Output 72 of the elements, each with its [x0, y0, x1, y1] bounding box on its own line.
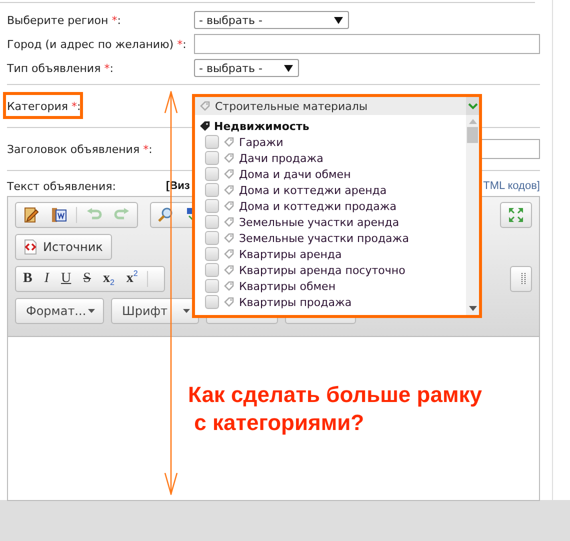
category-dropdown[interactable] — [192, 94, 482, 318]
caret-icon — [183, 309, 190, 313]
tag-icon — [224, 137, 234, 147]
tag-icon — [224, 249, 234, 259]
select-dropdown[interactable]: - выбрать - — [194, 59, 299, 77]
scroll-up-icon — [468, 119, 476, 124]
checkbox[interactable] — [205, 215, 219, 229]
tag-icon — [224, 265, 234, 275]
tag-icon — [200, 121, 210, 131]
scrollbar[interactable] — [466, 115, 479, 315]
tag-icon — [224, 281, 234, 291]
tag-icon — [224, 169, 234, 179]
tag-icon — [224, 153, 234, 163]
tag-icon — [224, 217, 234, 227]
checkbox[interactable] — [205, 151, 219, 165]
category-option[interactable]: Гаражи — [239, 136, 284, 148]
category-option[interactable]: Земельные участки аренда — [239, 216, 400, 228]
field-label: Заголовок объявления *: — [7, 142, 154, 156]
bold-button[interactable]: B — [20, 268, 36, 290]
select-dropdown[interactable]: - выбрать - — [194, 11, 349, 29]
caret-icon — [333, 15, 344, 25]
maximize-icon — [508, 207, 524, 223]
dropdown-header[interactable]: Строительные материалы — [195, 97, 479, 115]
underline-button[interactable]: U — [58, 268, 74, 290]
text-input-field[interactable] — [194, 34, 540, 54]
checkbox[interactable] — [205, 231, 219, 245]
category-option[interactable]: Квартиры аренда посуточно — [239, 264, 406, 276]
checkbox[interactable] — [205, 279, 219, 293]
tag-icon — [224, 297, 234, 307]
scroll-down-icon — [468, 306, 476, 311]
checkbox[interactable] — [205, 295, 219, 309]
caret-icon — [283, 63, 294, 73]
tag-icon — [224, 201, 234, 211]
tag-icon — [200, 101, 210, 111]
category-option[interactable]: Дома и дачи обмен — [239, 168, 351, 180]
checkbox[interactable] — [205, 263, 219, 277]
source-button[interactable]: Источник — [15, 234, 112, 260]
scrollbar-thumb[interactable] — [467, 127, 478, 143]
field-label: Текст объявления: — [7, 180, 117, 192]
templates-icon — [23, 207, 39, 223]
category-option[interactable]: Земельные участки продажа — [239, 232, 409, 244]
font-dropdown[interactable]: Шрифт — [111, 298, 199, 324]
editor-mode-link[interactable]: TML кодов] — [483, 180, 540, 192]
checkbox[interactable] — [205, 167, 219, 181]
format-dropdown[interactable]: Формат... — [15, 298, 104, 324]
field-label: Выберите регион *: — [7, 14, 122, 26]
checkbox[interactable] — [205, 183, 219, 197]
field-label: Тип объявления *: — [7, 62, 114, 74]
superscript-button[interactable]: x$^{2}$ — [123, 268, 141, 290]
paste-word-icon — [51, 207, 67, 223]
category-group[interactable]: Недвижимость — [195, 118, 466, 134]
annotation-text: Как сделать больше рамку с категориями? — [188, 381, 482, 437]
field-label: Категория *: — [7, 100, 82, 112]
category-option[interactable]: Квартиры продажа — [239, 296, 352, 308]
subscript-button[interactable]: x$_{2}$ — [100, 268, 118, 290]
field-label: Город (и адрес по желанию) *: — [7, 38, 188, 50]
category-option[interactable]: Дома и коттеджи продажа — [239, 200, 397, 212]
code-file-icon — [22, 239, 38, 255]
search-icon — [158, 207, 174, 223]
strike-button[interactable]: S — [80, 268, 94, 290]
chevron-icon — [468, 102, 478, 110]
tag-icon — [224, 185, 234, 195]
checkbox[interactable] — [205, 135, 219, 149]
caret-icon — [88, 309, 95, 313]
category-option[interactable]: Квартиры аренда — [239, 248, 342, 260]
checkbox[interactable] — [205, 199, 219, 213]
checkbox[interactable] — [205, 247, 219, 261]
category-option[interactable]: Дачи продажа — [239, 152, 324, 164]
category-option[interactable]: Дома и коттеджи аренда — [239, 184, 387, 196]
italic-button[interactable]: I — [41, 268, 52, 290]
category-option[interactable]: Квартиры обмен — [239, 280, 336, 292]
tag-icon — [224, 233, 234, 243]
